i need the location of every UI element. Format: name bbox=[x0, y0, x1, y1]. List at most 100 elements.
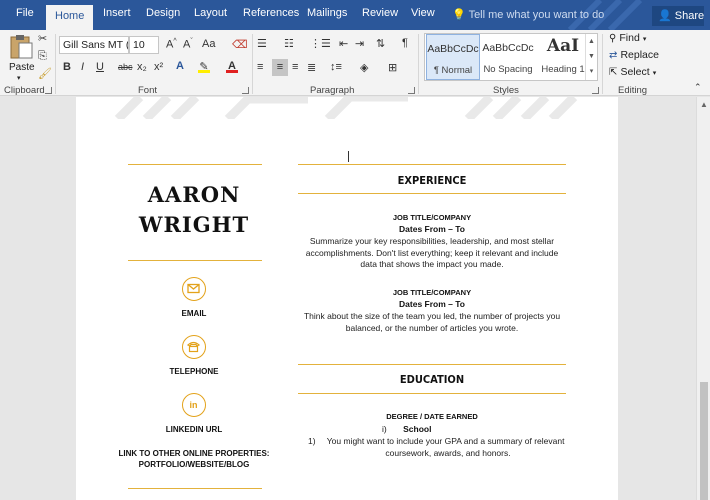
desc-line: Summarize your key responsibilities, lea… bbox=[309, 236, 555, 246]
decrease-indent-icon[interactable]: ⇤ bbox=[339, 37, 348, 50]
desc-line: coursework, awards, and honors. bbox=[385, 447, 511, 458]
cursor-icon: ⇱ bbox=[609, 67, 618, 78]
format-painter-icon[interactable]: 🖌 bbox=[38, 67, 52, 80]
contact-email-label: EMAIL bbox=[181, 309, 207, 318]
replace-icon: ⇄ bbox=[609, 50, 618, 61]
superscript-button[interactable]: x² bbox=[154, 61, 163, 73]
tab-review[interactable]: Review bbox=[362, 7, 398, 19]
line-spacing-icon[interactable]: ↕≡ bbox=[330, 61, 342, 73]
style-name: Heading 1 bbox=[541, 64, 585, 75]
styles-launcher-icon[interactable] bbox=[592, 87, 599, 94]
vertical-scrollbar[interactable]: ▲ bbox=[696, 97, 710, 500]
tab-references[interactable]: References bbox=[243, 7, 299, 19]
find-button[interactable]: ⚲ Find ▾ bbox=[609, 32, 669, 50]
tab-insert[interactable]: Insert bbox=[103, 7, 131, 19]
bullets-icon[interactable]: ☰ bbox=[257, 37, 267, 50]
share-label: Share bbox=[674, 10, 705, 22]
sort-icon[interactable]: ⇅ bbox=[376, 37, 385, 50]
justify-icon[interactable]: ≣ bbox=[307, 61, 316, 74]
clipboard-launcher-icon[interactable] bbox=[45, 87, 52, 94]
increase-indent-icon[interactable]: ⇥ bbox=[355, 37, 364, 50]
group-divider bbox=[252, 34, 253, 94]
style-no-spacing[interactable]: AaBbCcDc No Spacing bbox=[481, 34, 535, 80]
style-heading-1[interactable]: AaI Heading 1 bbox=[536, 34, 590, 80]
numbering-icon[interactable]: ☷ bbox=[284, 37, 294, 50]
style-sample: AaI bbox=[546, 36, 580, 56]
select-button[interactable]: ⇱ Select ▾ bbox=[609, 66, 679, 84]
divider-line bbox=[128, 164, 262, 165]
tab-home[interactable]: Home bbox=[46, 5, 94, 30]
document-page[interactable]: AARON WRIGHT EMAIL TELEPHONE in LINKEDIN… bbox=[76, 97, 618, 500]
align-left-icon[interactable]: ≡ bbox=[257, 61, 263, 73]
strikethrough-button[interactable]: abc bbox=[118, 62, 133, 72]
collapse-ribbon-icon[interactable]: ⌃ bbox=[694, 82, 702, 93]
style-normal[interactable]: AaBbCcDc ¶ Normal bbox=[426, 34, 480, 80]
bold-button[interactable]: B bbox=[63, 61, 71, 73]
italic-button[interactable]: I bbox=[81, 61, 84, 73]
borders-icon[interactable]: ⊞ bbox=[388, 61, 397, 74]
styles-scroll[interactable]: ▲ ▼ ▾ bbox=[585, 34, 597, 80]
style-name: ¶ Normal bbox=[433, 65, 473, 76]
experience-heading: EXPERIENCE bbox=[397, 174, 467, 187]
highlight-icon[interactable]: ✎ bbox=[198, 60, 210, 73]
subscript-button[interactable]: x₂ bbox=[137, 61, 147, 73]
underline-button[interactable]: U bbox=[96, 61, 104, 73]
pilcrow-icon[interactable]: ¶ bbox=[402, 37, 408, 49]
align-center-icon[interactable]: ≡ bbox=[272, 59, 288, 76]
share-button[interactable]: 👤 Share bbox=[652, 6, 704, 26]
paragraph-group-label: Paragraph bbox=[310, 85, 355, 96]
job-title: JOB TITLE/COMPANY bbox=[392, 288, 472, 297]
scrollbar-thumb[interactable] bbox=[700, 382, 708, 500]
tell-me-box[interactable]: 💡 Tell me what you want to do bbox=[452, 8, 604, 21]
font-name-dropdown[interactable]: Gill Sans MT (E bbox=[59, 36, 129, 54]
clear-formatting-icon[interactable]: ⌫ bbox=[232, 38, 248, 51]
shrink-font-icon[interactable]: Aˇ bbox=[183, 38, 193, 51]
list-marker: i) bbox=[382, 424, 387, 434]
group-divider bbox=[55, 34, 56, 94]
tab-layout[interactable]: Layout bbox=[194, 7, 227, 19]
styles-gallery: AaBbCcDc ¶ Normal AaBbCcDc No Spacing Aa… bbox=[424, 33, 598, 81]
tab-file[interactable]: File bbox=[16, 7, 34, 19]
style-sample: AaBbCcDc bbox=[427, 43, 479, 55]
lightbulb-icon: 💡 bbox=[452, 9, 466, 21]
text-effects-icon[interactable]: A bbox=[176, 60, 184, 72]
divider-line bbox=[298, 164, 566, 165]
clipboard-icon bbox=[10, 35, 33, 59]
envelope-icon bbox=[182, 277, 206, 301]
align-right-icon[interactable]: ≡ bbox=[292, 61, 298, 73]
font-launcher-icon[interactable] bbox=[242, 87, 249, 94]
multilevel-list-icon[interactable]: ⋮☰ bbox=[310, 37, 331, 50]
header-decoration bbox=[114, 97, 578, 119]
tab-design[interactable]: Design bbox=[146, 7, 180, 19]
desc-line: 1) You might want to include your GPA an… bbox=[308, 436, 566, 448]
copy-icon[interactable]: ⎘ bbox=[38, 50, 47, 63]
font-color-icon[interactable]: A bbox=[226, 60, 238, 73]
font-name-value: Gill Sans MT (E bbox=[63, 39, 129, 51]
job-dates: Dates From – To bbox=[399, 224, 465, 234]
paragraph-launcher-icon[interactable] bbox=[408, 87, 415, 94]
tab-view[interactable]: View bbox=[411, 7, 435, 19]
replace-button[interactable]: ⇄ Replace bbox=[609, 49, 679, 67]
chevron-down-icon: ▾ bbox=[642, 36, 647, 43]
desc-text: You might want to include your GPA and a… bbox=[326, 436, 565, 446]
desc-line: data that shows the impact you made. bbox=[360, 259, 504, 269]
contact-telephone-label: TELEPHONE bbox=[169, 367, 219, 376]
shading-icon[interactable]: ◈ bbox=[360, 61, 368, 74]
school-line: i) School bbox=[382, 424, 502, 434]
education-description: 1) You might want to include your GPA an… bbox=[308, 436, 566, 459]
tab-mailings[interactable]: Mailings bbox=[307, 7, 347, 19]
style-name: No Spacing bbox=[483, 64, 533, 75]
editing-group-label: Editing bbox=[618, 85, 648, 96]
grow-font-icon[interactable]: A^ bbox=[166, 38, 177, 51]
group-divider bbox=[418, 34, 419, 94]
paste-button[interactable]: Paste ▾ bbox=[6, 34, 36, 82]
scroll-up-icon[interactable]: ▲ bbox=[700, 100, 708, 109]
font-size-dropdown[interactable]: 10 bbox=[129, 36, 159, 54]
group-divider bbox=[602, 34, 603, 94]
style-sample: AaBbCcDc bbox=[482, 42, 534, 54]
divider-line bbox=[298, 364, 566, 365]
styles-group-label: Styles bbox=[493, 85, 519, 96]
chevron-down-icon: ▾ bbox=[652, 70, 657, 77]
cut-icon[interactable]: ✂ bbox=[38, 32, 47, 45]
change-case-icon[interactable]: Aa bbox=[202, 38, 215, 50]
